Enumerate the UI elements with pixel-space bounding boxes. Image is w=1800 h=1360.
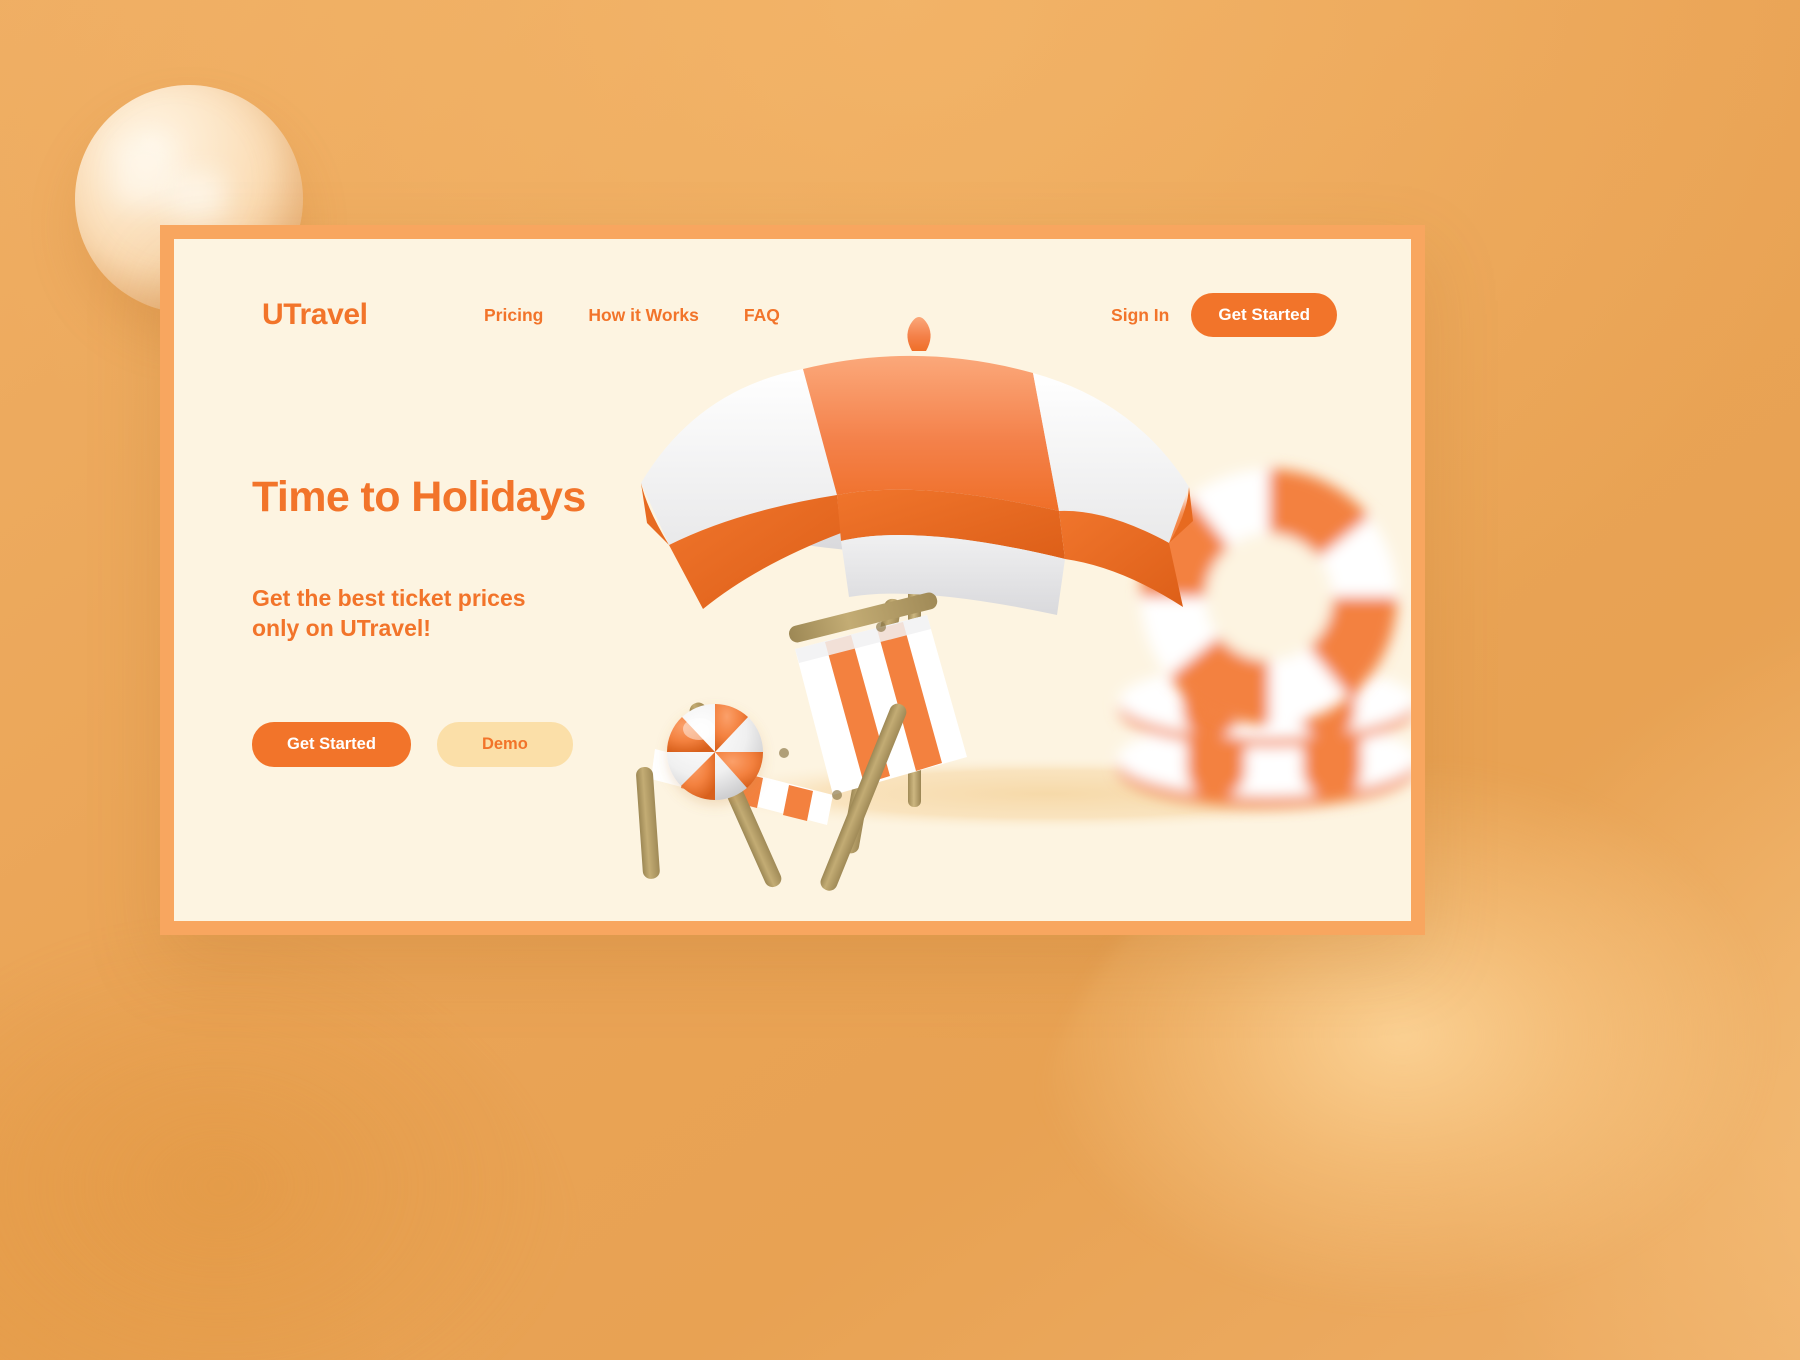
nav-link-pricing[interactable]: Pricing xyxy=(484,305,543,326)
sphere-highlight-secondary xyxy=(171,173,225,221)
beach-ball xyxy=(666,703,764,801)
landing-page-surface: UTravel Pricing How it Works FAQ Sign In… xyxy=(174,239,1411,921)
hero-subheading: Get the best ticket prices only on UTrav… xyxy=(252,585,526,641)
beach-scene-illustration xyxy=(627,297,1411,897)
sphere-highlight-primary xyxy=(113,137,175,205)
hero-demo-button[interactable]: Demo xyxy=(436,722,573,768)
page-background: UTravel Pricing How it Works FAQ Sign In… xyxy=(0,0,1800,1360)
hero-headline: Time to Holidays xyxy=(252,473,586,521)
background-blob-bottom-left xyxy=(0,920,580,1360)
hero-content: Time to Holidays Get the best ticket pri… xyxy=(252,473,682,768)
landing-page-card: UTravel Pricing How it Works FAQ Sign In… xyxy=(160,225,1425,935)
hero-actions: Get Started Demo xyxy=(252,722,682,768)
hero-get-started-button[interactable]: Get Started xyxy=(252,722,411,768)
brand-logo[interactable]: UTravel xyxy=(262,298,368,332)
